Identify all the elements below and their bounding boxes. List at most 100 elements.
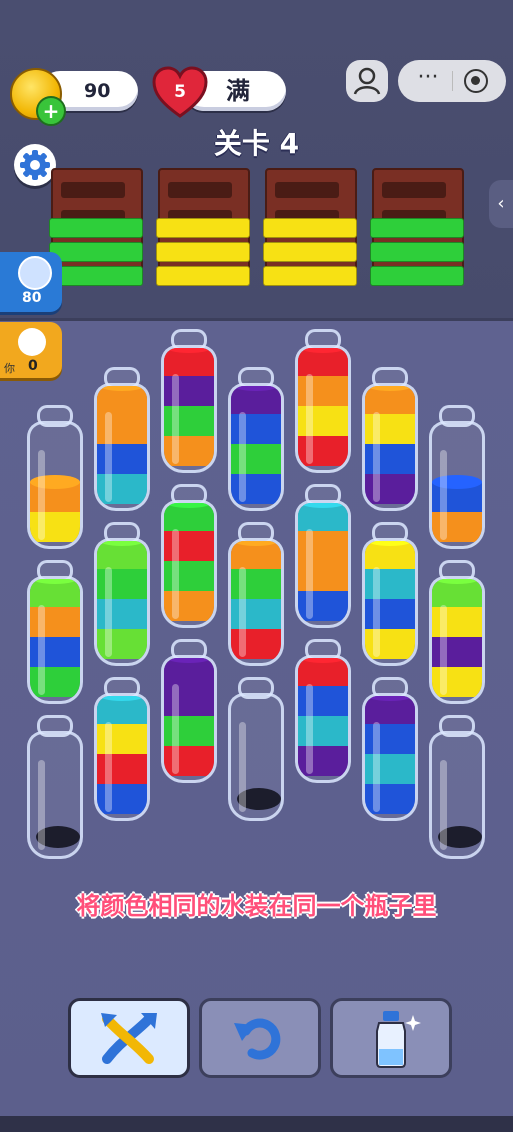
bottle-shine bbox=[239, 722, 246, 812]
bottle[interactable] bbox=[429, 405, 485, 551]
liquid-layer bbox=[298, 658, 348, 686]
level-title: 关卡 4 bbox=[213, 127, 300, 160]
add-bottle-button[interactable] bbox=[330, 998, 452, 1078]
bottle[interactable] bbox=[429, 715, 485, 861]
bottle[interactable] bbox=[161, 329, 217, 475]
crate-board bbox=[263, 242, 357, 262]
bottle-body bbox=[228, 383, 284, 511]
bottle-body bbox=[295, 655, 351, 783]
lives-status: 满 bbox=[226, 77, 250, 105]
player-badge[interactable]: 你 0 bbox=[0, 322, 62, 378]
liquid-layer bbox=[365, 386, 415, 414]
bottle-body bbox=[295, 500, 351, 628]
bottle[interactable] bbox=[161, 639, 217, 785]
bottle-shine bbox=[373, 722, 380, 812]
bottle-shine bbox=[440, 450, 447, 540]
bottle-shine bbox=[105, 412, 112, 502]
crate-slot bbox=[275, 182, 339, 198]
bottle-shine bbox=[239, 567, 246, 657]
crate-board bbox=[370, 266, 464, 286]
bottle-body bbox=[94, 383, 150, 511]
bottle-body bbox=[228, 538, 284, 666]
heart-icon: 5 bbox=[152, 66, 208, 118]
bottle-body bbox=[362, 693, 418, 821]
bottle-shine bbox=[38, 605, 45, 695]
crate bbox=[156, 168, 250, 288]
liquid-layer bbox=[164, 348, 214, 376]
liquid-layer bbox=[97, 541, 147, 569]
bottle-shine bbox=[105, 567, 112, 657]
bottle[interactable] bbox=[94, 522, 150, 668]
bottle-body bbox=[429, 576, 485, 704]
crate bbox=[263, 168, 357, 288]
crate-board bbox=[49, 242, 143, 262]
close-program-button[interactable] bbox=[464, 69, 488, 93]
bottle-body bbox=[94, 538, 150, 666]
swap-button[interactable] bbox=[68, 998, 190, 1078]
mini-program-capsule: ··· bbox=[398, 60, 506, 102]
expand-side-panel-button[interactable]: ‹ bbox=[489, 180, 513, 228]
bottle-body bbox=[429, 731, 485, 859]
crate-board bbox=[370, 218, 464, 238]
profile-icon bbox=[353, 67, 381, 95]
bottle-body bbox=[295, 345, 351, 473]
crate-board bbox=[49, 266, 143, 286]
bottle-body bbox=[228, 693, 284, 821]
bottle-body bbox=[27, 421, 83, 549]
bottle-shine bbox=[172, 529, 179, 619]
bottle-shine bbox=[38, 760, 45, 850]
bottle[interactable] bbox=[228, 677, 284, 823]
bottle[interactable] bbox=[161, 484, 217, 630]
instruction-text: 将颜色相同的水装在同一个瓶子里 bbox=[76, 892, 437, 920]
bottle[interactable] bbox=[295, 484, 351, 630]
bottle[interactable] bbox=[429, 560, 485, 706]
bottle[interactable] bbox=[27, 560, 83, 706]
crate-board bbox=[370, 242, 464, 262]
bottle[interactable] bbox=[362, 522, 418, 668]
bottle[interactable] bbox=[295, 639, 351, 785]
crate-board bbox=[156, 242, 250, 262]
undo-button[interactable] bbox=[199, 998, 321, 1078]
bottle[interactable] bbox=[94, 677, 150, 823]
crate-board bbox=[263, 218, 357, 238]
more-menu-button[interactable]: ··· bbox=[408, 67, 448, 94]
opponent-avatar bbox=[18, 256, 52, 290]
bottle-shine bbox=[172, 684, 179, 774]
bottle-body bbox=[362, 538, 418, 666]
bottle-shine bbox=[440, 605, 447, 695]
bottle-body bbox=[161, 500, 217, 628]
liquid-layer bbox=[164, 658, 214, 686]
liquid-layer bbox=[30, 579, 80, 607]
bottle[interactable] bbox=[362, 677, 418, 823]
opponent-score: 80 bbox=[22, 290, 42, 306]
liquid-layer bbox=[298, 348, 348, 376]
bottle-shine bbox=[373, 412, 380, 502]
bottle-shine bbox=[306, 374, 313, 464]
bottle[interactable] bbox=[362, 367, 418, 513]
bottle[interactable] bbox=[228, 367, 284, 513]
bottle[interactable] bbox=[94, 367, 150, 513]
bottle-body bbox=[362, 383, 418, 511]
bottle-shine bbox=[373, 567, 380, 657]
opponent-badge[interactable]: 80 bbox=[0, 252, 62, 312]
bottle-body bbox=[27, 731, 83, 859]
coin-count: 90 bbox=[84, 80, 111, 102]
crate-board bbox=[263, 266, 357, 286]
bottle[interactable] bbox=[27, 715, 83, 861]
bottle-body bbox=[161, 345, 217, 473]
bottle-body bbox=[161, 655, 217, 783]
add-bottle-icon bbox=[376, 1011, 421, 1068]
lives-count: 5 bbox=[174, 82, 186, 102]
crate-board bbox=[156, 218, 250, 238]
profile-button[interactable] bbox=[346, 60, 388, 102]
crate-board bbox=[49, 218, 143, 238]
capsule-divider bbox=[452, 71, 453, 91]
bottle[interactable] bbox=[27, 405, 83, 551]
bottle-shine bbox=[105, 722, 112, 812]
crate-slot bbox=[382, 182, 446, 198]
liquid-layer bbox=[97, 696, 147, 724]
crate bbox=[49, 168, 143, 288]
bottle[interactable] bbox=[228, 522, 284, 668]
crate-slot bbox=[168, 182, 232, 198]
bottle[interactable] bbox=[295, 329, 351, 475]
